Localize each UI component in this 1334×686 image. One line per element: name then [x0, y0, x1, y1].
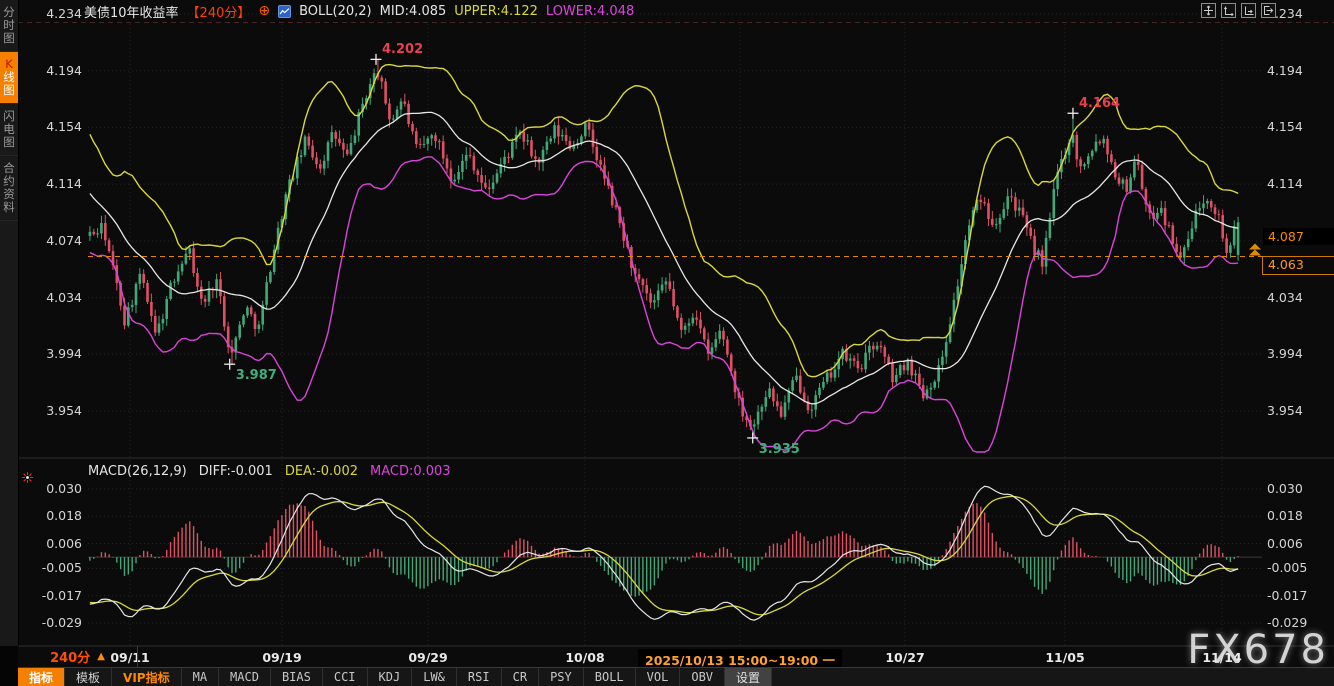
sidebar: 分 时 图 K 线 图 闪 电 图 合 约 资 料	[0, 0, 19, 646]
indicator-tab-MACD[interactable]: MACD	[219, 668, 271, 686]
indicator-settings-icon[interactable]	[21, 469, 34, 488]
chart-header: 美债10年收益率 【240分】 ⊕ BOLL(20,2) MID:4.085 U…	[84, 0, 634, 22]
interval-selector-label: 240分	[50, 647, 90, 666]
chart-canvas[interactable]	[0, 0, 1334, 686]
indicator-tab-bar: 指标模板VIP指标MAMACDBIASCCIKDJLW&RSICRPSYBOLL…	[18, 667, 1334, 686]
boll-chart-icon[interactable]	[278, 5, 291, 18]
macd-label: MACD(26,12,9)	[88, 464, 187, 479]
indicator-tab-MA[interactable]: MA	[182, 668, 219, 686]
fit-horizontal-icon[interactable]	[1221, 3, 1236, 18]
interval-tag[interactable]: 【240分】	[187, 2, 251, 21]
indicator-tab-指标[interactable]: 指标	[18, 668, 65, 686]
boll-label: BOLL(20,2)	[299, 4, 372, 19]
indicator-tab-KDJ[interactable]: KDJ	[368, 668, 413, 686]
app-window: 分 时 图 K 线 图 闪 电 图 合 约 资 料 美债10年收益率 【240分…	[0, 0, 1334, 686]
macd-macd-value: MACD:0.003	[370, 464, 451, 479]
pan-icon[interactable]	[1201, 3, 1216, 18]
indicator-tab-VOL[interactable]: VOL	[636, 668, 681, 686]
sidebar-tab-1[interactable]: K 线 图	[0, 52, 18, 104]
boll-lower-value: LOWER:4.048	[546, 4, 634, 19]
indicator-tab-VIP指标[interactable]: VIP指标	[112, 668, 182, 686]
indicator-tab-PSY[interactable]: PSY	[539, 668, 584, 686]
macd-dea-value: DEA:-0.002	[285, 464, 358, 479]
macd-header: MACD(26,12,9) DIFF:-0.001 DEA:-0.002 MAC…	[88, 464, 451, 479]
fit-vertical-icon[interactable]	[1241, 3, 1256, 18]
indicator-tab-模板[interactable]: 模板	[65, 668, 112, 686]
alert-line-badge[interactable]: 4.063	[1262, 256, 1334, 275]
target-icon[interactable]: ⊕	[258, 5, 270, 17]
indicator-tab-BIAS[interactable]: BIAS	[271, 668, 323, 686]
indicator-tab-CR[interactable]: CR	[502, 668, 539, 686]
sidebar-tab-0[interactable]: 分 时 图	[0, 0, 18, 52]
boll-upper-value: UPPER:4.122	[454, 4, 538, 19]
interval-selector[interactable]: 240分 ▲	[18, 646, 138, 667]
boll-mid-value: MID:4.085	[380, 4, 447, 19]
indicator-tab-BOLL[interactable]: BOLL	[584, 668, 636, 686]
exit-panel-icon[interactable]	[1261, 3, 1276, 18]
indicator-tab-设置[interactable]: 设置	[725, 668, 772, 686]
indicator-tab-RSI[interactable]: RSI	[457, 668, 502, 686]
window-controls	[1201, 3, 1276, 18]
macd-diff-value: DIFF:-0.001	[199, 464, 273, 479]
sidebar-tab-2[interactable]: 闪 电 图	[0, 104, 18, 156]
instrument-title: 美债10年收益率	[84, 2, 179, 21]
indicator-tab-LW&[interactable]: LW&	[412, 668, 457, 686]
indicator-tab-OBV[interactable]: OBV	[680, 668, 725, 686]
sidebar-corner	[0, 646, 18, 686]
interval-up-arrow-icon: ▲	[97, 651, 105, 662]
indicator-tab-CCI[interactable]: CCI	[323, 668, 368, 686]
sidebar-tab-3[interactable]: 合 约 资 料	[0, 156, 18, 221]
